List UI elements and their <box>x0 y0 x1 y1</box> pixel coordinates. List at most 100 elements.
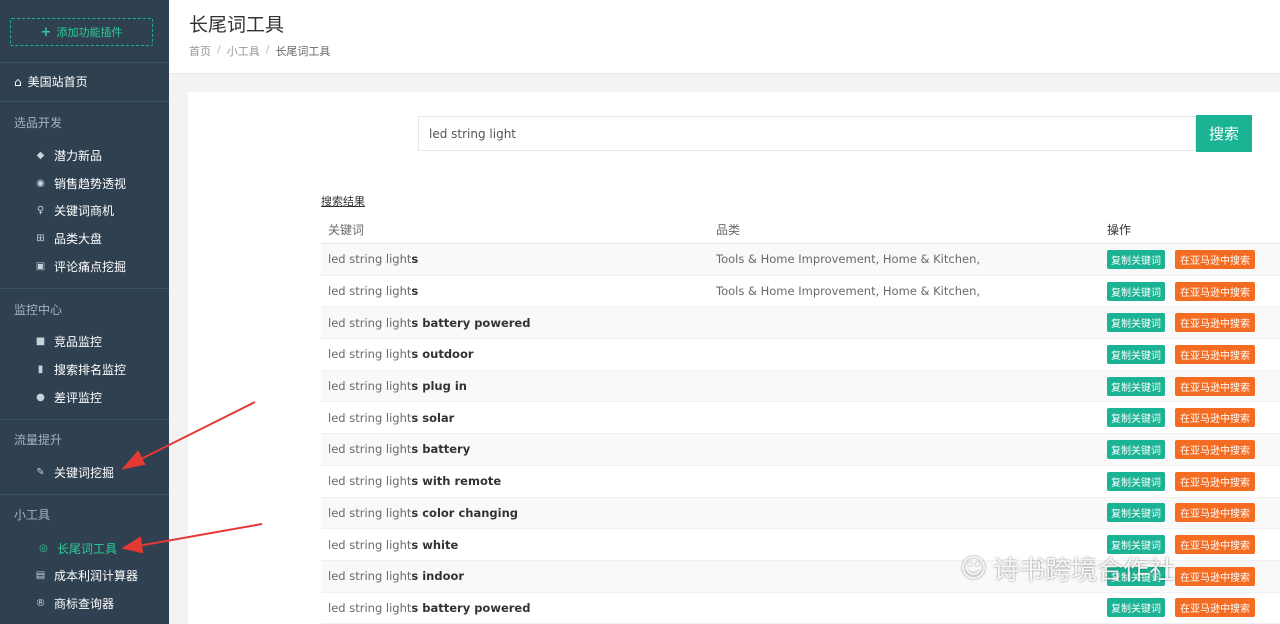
keyword-suffix: s outdoor <box>411 347 474 362</box>
copy-keyword-button[interactable]: 复制关键词 <box>1107 249 1165 269</box>
square-icon: ■ <box>35 336 46 347</box>
keyword-base: led string light <box>328 537 412 552</box>
sidebar-item-label: 关键词商机 <box>54 204 115 218</box>
sidebar-item-profit-calculator[interactable]: ▤ 成本利润计算器 <box>35 567 138 584</box>
breadcrumb-tools[interactable]: 小工具 <box>227 43 260 59</box>
user-icon: ● <box>36 392 45 403</box>
search-amazon-button[interactable]: 在亚马逊中搜索 <box>1175 566 1255 586</box>
page-header: 长尾词工具 首页 / 小工具 / 长尾词工具 <box>169 0 1280 74</box>
table-row: led string lights Tools & Home Improvemen… <box>321 276 1280 308</box>
table-row: led string lights Tools & Home Improvemen… <box>321 244 1280 276</box>
keyword-base: led string light <box>328 505 412 520</box>
sidebar-item-keyword-opportunity[interactable]: ♀ 关键词商机 <box>35 202 114 219</box>
search-amazon-button[interactable]: 在亚马逊中搜索 <box>1175 344 1255 364</box>
search-amazon-button[interactable]: 在亚马逊中搜索 <box>1175 503 1255 523</box>
sidebar-item-label: 商标查询器 <box>54 597 115 611</box>
search-amazon-button[interactable]: 在亚马逊中搜索 <box>1175 598 1255 618</box>
divider <box>0 419 169 420</box>
search-amazon-button[interactable]: 在亚马逊中搜索 <box>1175 535 1255 555</box>
keyword-suffix: s plug in <box>411 379 467 394</box>
tag-icon: ◆ <box>36 150 45 161</box>
grid-icon: ⊞ <box>36 233 45 244</box>
keyword-base: led string light <box>328 569 412 584</box>
keyword-base: led string light <box>328 315 412 330</box>
search-amazon-button[interactable]: 在亚马逊中搜索 <box>1175 376 1255 396</box>
sidebar-item-negative-review-monitor[interactable]: ● 差评监控 <box>35 389 102 406</box>
table-row: led string lights color changing 复制关键词 在亚马… <box>321 497 1280 530</box>
sidebar-item-sales-trend[interactable]: ◉ 销售趋势透视 <box>35 175 126 192</box>
search-amazon-button[interactable]: 在亚马逊中搜索 <box>1175 408 1255 428</box>
table-header: 关键词 品类 操作 <box>321 215 1280 244</box>
sidebar-item-home[interactable]: ⌂ 美国站首页 <box>14 73 88 90</box>
sidebar-item-keyword-mining[interactable]: ✎ 关键词挖掘 <box>35 464 114 481</box>
search-amazon-button[interactable]: 在亚马逊中搜索 <box>1175 249 1255 269</box>
keyword-suffix: s indoor <box>411 569 465 584</box>
actions-cell: 复制关键词 在亚马逊中搜索 <box>1107 376 1255 396</box>
keyword-suffix: s <box>411 252 419 267</box>
sidebar-item-label: 关键词挖掘 <box>54 466 115 480</box>
results-label: 搜索结果 <box>321 195 365 208</box>
copy-keyword-button[interactable]: 复制关键词 <box>1107 503 1165 523</box>
search-amazon-button[interactable]: 在亚马逊中搜索 <box>1175 439 1255 459</box>
sidebar-item-label: 搜索排名监控 <box>54 363 127 377</box>
search-amazon-button[interactable]: 在亚马逊中搜索 <box>1175 471 1255 491</box>
category-cell: Tools & Home Improvement, Home & Kitchen… <box>716 284 981 299</box>
keyword-base: led string light <box>328 252 412 267</box>
keyword-cell: led string lights outdoor <box>321 347 716 361</box>
breadcrumb-home[interactable]: 首页 <box>189 43 211 59</box>
keyword-base: led string light <box>328 410 412 425</box>
sidebar-section-title: 小工具 <box>14 508 51 522</box>
watermark-text: 诗书跨境合作社 <box>993 556 1176 586</box>
copy-keyword-button[interactable]: 复制关键词 <box>1107 408 1165 428</box>
keyword-cell: led string lights battery powered <box>321 601 716 615</box>
sidebar-item-label: 潜力新品 <box>54 149 103 163</box>
sidebar-item-competitor-monitor[interactable]: ■ 竞品监控 <box>35 333 102 350</box>
keyword-base: led string light <box>328 347 412 362</box>
category-cell: Tools & Home Improvement, Home & Kitchen… <box>716 252 981 267</box>
table-row: led string lights battery powered 复制关键词 在亚… <box>321 593 1280 624</box>
search-button[interactable]: 搜索 <box>1196 115 1252 152</box>
keyword-suffix: s with remote <box>411 474 502 489</box>
sidebar-item-potential-products[interactable]: ◆ 潜力新品 <box>35 147 102 164</box>
keyword-suffix: s battery <box>411 442 471 457</box>
table-row: led string lights with remote 复制关键词 在亚马逊中搜… <box>321 466 1280 498</box>
copy-keyword-button[interactable]: 复制关键词 <box>1107 376 1165 396</box>
breadcrumb-separator: / <box>265 43 270 56</box>
copy-keyword-button[interactable]: 复制关键词 <box>1107 439 1165 459</box>
copy-keyword-button[interactable]: 复制关键词 <box>1107 313 1165 333</box>
keyword-cell: led string lights <box>321 252 716 266</box>
keyword-cell: led string lights color changing <box>321 506 716 520</box>
actions-cell: 复制关键词 在亚马逊中搜索 <box>1107 439 1255 459</box>
home-icon: ⌂ <box>14 74 22 89</box>
breadcrumb-current: 长尾词工具 <box>275 45 331 58</box>
divider <box>0 101 169 102</box>
keyword-suffix: s white <box>411 537 459 552</box>
content-card: 搜索 搜索结果 关键词 品类 操作 led string lightsTools… <box>188 92 1280 624</box>
chat-bubble-icon: ☺ <box>960 553 988 584</box>
sidebar-item-category-overview[interactable]: ⊞ 品类大盘 <box>35 230 102 247</box>
lightbulb-icon: ♀ <box>36 205 45 216</box>
search-amazon-button[interactable]: 在亚马逊中搜索 <box>1175 281 1255 301</box>
keyword-cell: led string lights <box>321 284 716 298</box>
copy-keyword-button[interactable]: 复制关键词 <box>1107 471 1165 491</box>
actions-cell: 复制关键词 在亚马逊中搜索 <box>1107 471 1255 491</box>
actions-cell: 复制关键词 在亚马逊中搜索 <box>1107 408 1255 428</box>
sidebar-item-review-pain-points[interactable]: ▣ 评论痛点挖掘 <box>35 258 126 275</box>
watermark: ☺ 诗书跨境合作社 <box>960 550 1175 587</box>
copy-keyword-button[interactable]: 复制关键词 <box>1107 598 1165 618</box>
column-header-keyword: 关键词 <box>328 222 365 237</box>
sidebar-item-trademark-search[interactable]: ® 商标查询器 <box>35 595 115 612</box>
keyword-base: led string light <box>328 379 412 394</box>
sidebar-item-long-tail-tool[interactable]: ◎ 长尾词工具 <box>38 540 117 557</box>
keyword-base: led string light <box>328 442 412 457</box>
table-row: led string lights solar 复制关键词 在亚马逊中搜索 <box>321 402 1280 435</box>
sidebar-item-search-rank-monitor[interactable]: ▮ 搜索排名监控 <box>35 361 126 378</box>
sidebar-item-label: 竞品监控 <box>54 335 103 349</box>
add-plugin-button[interactable]: + 添加功能插件 <box>10 18 153 46</box>
copy-keyword-button[interactable]: 复制关键词 <box>1107 344 1165 364</box>
search-amazon-button[interactable]: 在亚马逊中搜索 <box>1175 313 1255 333</box>
table-row: led string lights plug in 复制关键词 在亚马逊中搜索 <box>321 370 1280 403</box>
search-input[interactable] <box>418 116 1196 151</box>
copy-keyword-button[interactable]: 复制关键词 <box>1107 281 1165 301</box>
sidebar-item-label: 评论痛点挖掘 <box>54 260 127 274</box>
